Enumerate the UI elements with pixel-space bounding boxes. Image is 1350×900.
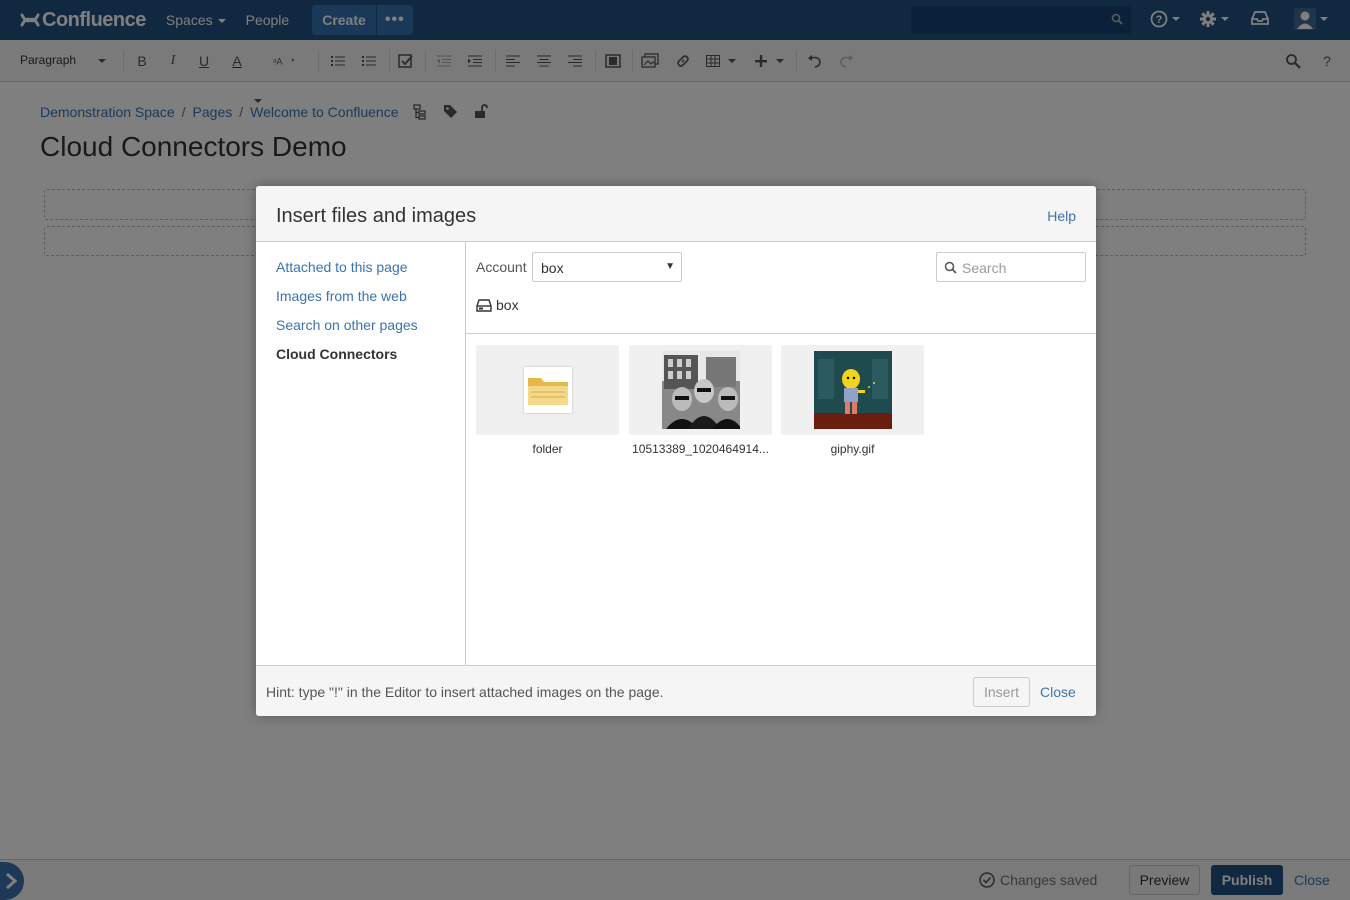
dialog-help-link[interactable]: Help — [1047, 208, 1076, 224]
dialog-title: Insert files and images — [276, 205, 477, 227]
insert-button[interactable]: Insert — [973, 677, 1030, 707]
search-icon — [944, 261, 957, 274]
nav-images-from-web[interactable]: Images from the web — [276, 288, 407, 304]
file-item[interactable]: giphy.gif — [781, 345, 924, 456]
file-thumbnail — [781, 345, 924, 435]
account-select[interactable]: box ▼ — [532, 252, 682, 282]
folder-tile — [523, 367, 572, 413]
file-browser: folder 10513389_1020464914... giphy.gif — [466, 333, 1096, 665]
dialog-nav: Attached to this page Images from the we… — [256, 242, 466, 665]
drive-icon — [476, 298, 492, 312]
insert-files-dialog: Insert files and images Help Attached to… — [256, 186, 1096, 716]
dialog-footer: Hint: type "!" in the Editor to insert a… — [256, 665, 1096, 716]
file-item[interactable]: 10513389_1020464914... — [629, 345, 772, 456]
dialog-main-panel: Account box ▼ Search box folder 10513389… — [466, 242, 1096, 665]
dialog-header: Insert files and images Help — [256, 186, 1096, 242]
gif-thumbnail-image — [813, 351, 892, 429]
chevron-down-icon: ▼ — [665, 261, 675, 272]
file-name: 10513389_1020464914... — [632, 442, 769, 456]
photo-thumbnail-image — [661, 351, 740, 429]
file-thumbnail — [476, 345, 619, 435]
file-name: giphy.gif — [830, 442, 875, 456]
file-name: folder — [532, 442, 563, 456]
nav-attached-to-page[interactable]: Attached to this page — [276, 259, 408, 275]
dialog-hint: Hint: type "!" in the Editor to insert a… — [266, 684, 664, 700]
search-placeholder: Search — [962, 260, 1007, 276]
file-item[interactable]: folder — [476, 345, 619, 456]
nav-search-other-pages[interactable]: Search on other pages — [276, 317, 418, 333]
file-thumbnail — [629, 345, 772, 435]
account-select-value: box — [541, 260, 564, 276]
path-label: box — [496, 297, 519, 313]
nav-cloud-connectors[interactable]: Cloud Connectors — [276, 346, 397, 362]
current-path[interactable]: box — [476, 297, 519, 313]
dialog-close-link[interactable]: Close — [1040, 684, 1076, 700]
account-label: Account — [476, 259, 527, 275]
folder-icon — [527, 378, 568, 405]
file-search-input[interactable]: Search — [936, 252, 1086, 282]
